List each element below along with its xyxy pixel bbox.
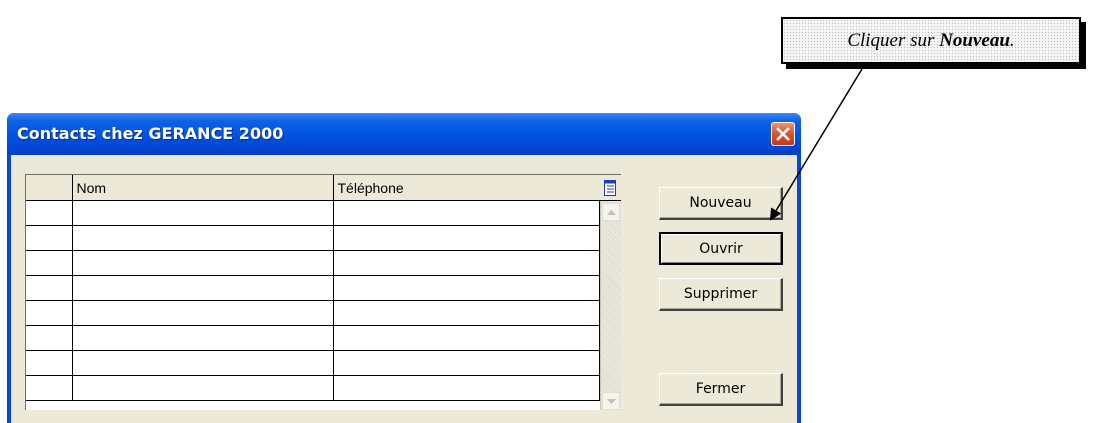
row-selector-header[interactable]	[26, 175, 73, 201]
table-row[interactable]	[26, 275, 600, 301]
row-selector-cell[interactable]	[26, 250, 73, 276]
contacts-window: Contacts chez GERANCE 2000 Nom Téléphone…	[7, 113, 801, 423]
table-cell[interactable]	[71, 275, 334, 301]
window-client-area: Nom Téléphone Nouveau Ouvrir Supprimer F…	[11, 155, 797, 423]
open-button[interactable]: Ouvrir	[659, 232, 783, 265]
row-selector-cell[interactable]	[26, 300, 73, 326]
table-cell[interactable]	[71, 300, 334, 326]
title-bar[interactable]: Contacts chez GERANCE 2000	[7, 113, 801, 155]
scroll-down-arrow-icon	[606, 398, 616, 404]
row-selector-cell[interactable]	[26, 375, 73, 401]
table-cell[interactable]	[332, 200, 600, 226]
table-cell[interactable]	[332, 225, 600, 251]
table-row[interactable]	[26, 375, 600, 401]
close-window-button[interactable]	[771, 122, 795, 146]
contacts-grid[interactable]: Nom Téléphone	[25, 174, 621, 410]
new-button[interactable]: Nouveau	[659, 187, 783, 220]
row-selector-cell[interactable]	[26, 325, 73, 351]
row-selector-cell[interactable]	[26, 350, 73, 376]
delete-button[interactable]: Supprimer	[659, 278, 783, 311]
instruction-callout: Cliquer sur Nouveau.	[781, 17, 1081, 64]
contacts-table: Nom Téléphone	[26, 175, 600, 401]
table-row[interactable]	[26, 325, 600, 351]
table-cell[interactable]	[332, 325, 600, 351]
table-row[interactable]	[26, 300, 600, 326]
row-selector-cell[interactable]	[26, 200, 73, 226]
callout-emphasis: Nouveau	[939, 29, 1010, 51]
table-cell[interactable]	[332, 300, 600, 326]
column-header-nom[interactable]: Nom	[71, 175, 334, 201]
table-row[interactable]	[26, 200, 600, 226]
table-cell[interactable]	[332, 275, 600, 301]
table-cell[interactable]	[71, 350, 334, 376]
scroll-up-arrow-icon	[606, 209, 616, 215]
grid-body	[26, 200, 600, 401]
table-cell[interactable]	[332, 375, 600, 401]
vertical-scrollbar[interactable]	[600, 201, 621, 410]
close-button[interactable]: Fermer	[659, 373, 783, 406]
table-cell[interactable]	[71, 225, 334, 251]
scroll-down-button[interactable]	[602, 392, 620, 410]
callout-prefix: Cliquer sur	[847, 29, 940, 51]
callout-suffix: .	[1009, 29, 1015, 51]
table-cell[interactable]	[332, 250, 600, 276]
table-cell[interactable]	[71, 200, 334, 226]
close-icon	[776, 127, 790, 141]
row-selector-cell[interactable]	[26, 275, 73, 301]
table-cell[interactable]	[332, 350, 600, 376]
row-selector-cell[interactable]	[26, 225, 73, 251]
window-title: Contacts chez GERANCE 2000	[17, 124, 284, 143]
table-cell[interactable]	[71, 250, 334, 276]
table-row[interactable]	[26, 350, 600, 376]
table-cell[interactable]	[71, 325, 334, 351]
stage: Cliquer sur Nouveau. Contacts chez GERAN…	[0, 0, 1094, 423]
column-chooser-icon	[604, 179, 616, 196]
column-chooser-button[interactable]	[599, 175, 621, 201]
header-row: Nom Téléphone	[26, 175, 600, 201]
scroll-up-button[interactable]	[602, 203, 620, 221]
callout-text: Cliquer sur Nouveau.	[847, 30, 1014, 52]
table-cell[interactable]	[71, 375, 334, 401]
column-header-telephone[interactable]: Téléphone	[332, 175, 600, 201]
table-row[interactable]	[26, 225, 600, 251]
table-row[interactable]	[26, 250, 600, 276]
